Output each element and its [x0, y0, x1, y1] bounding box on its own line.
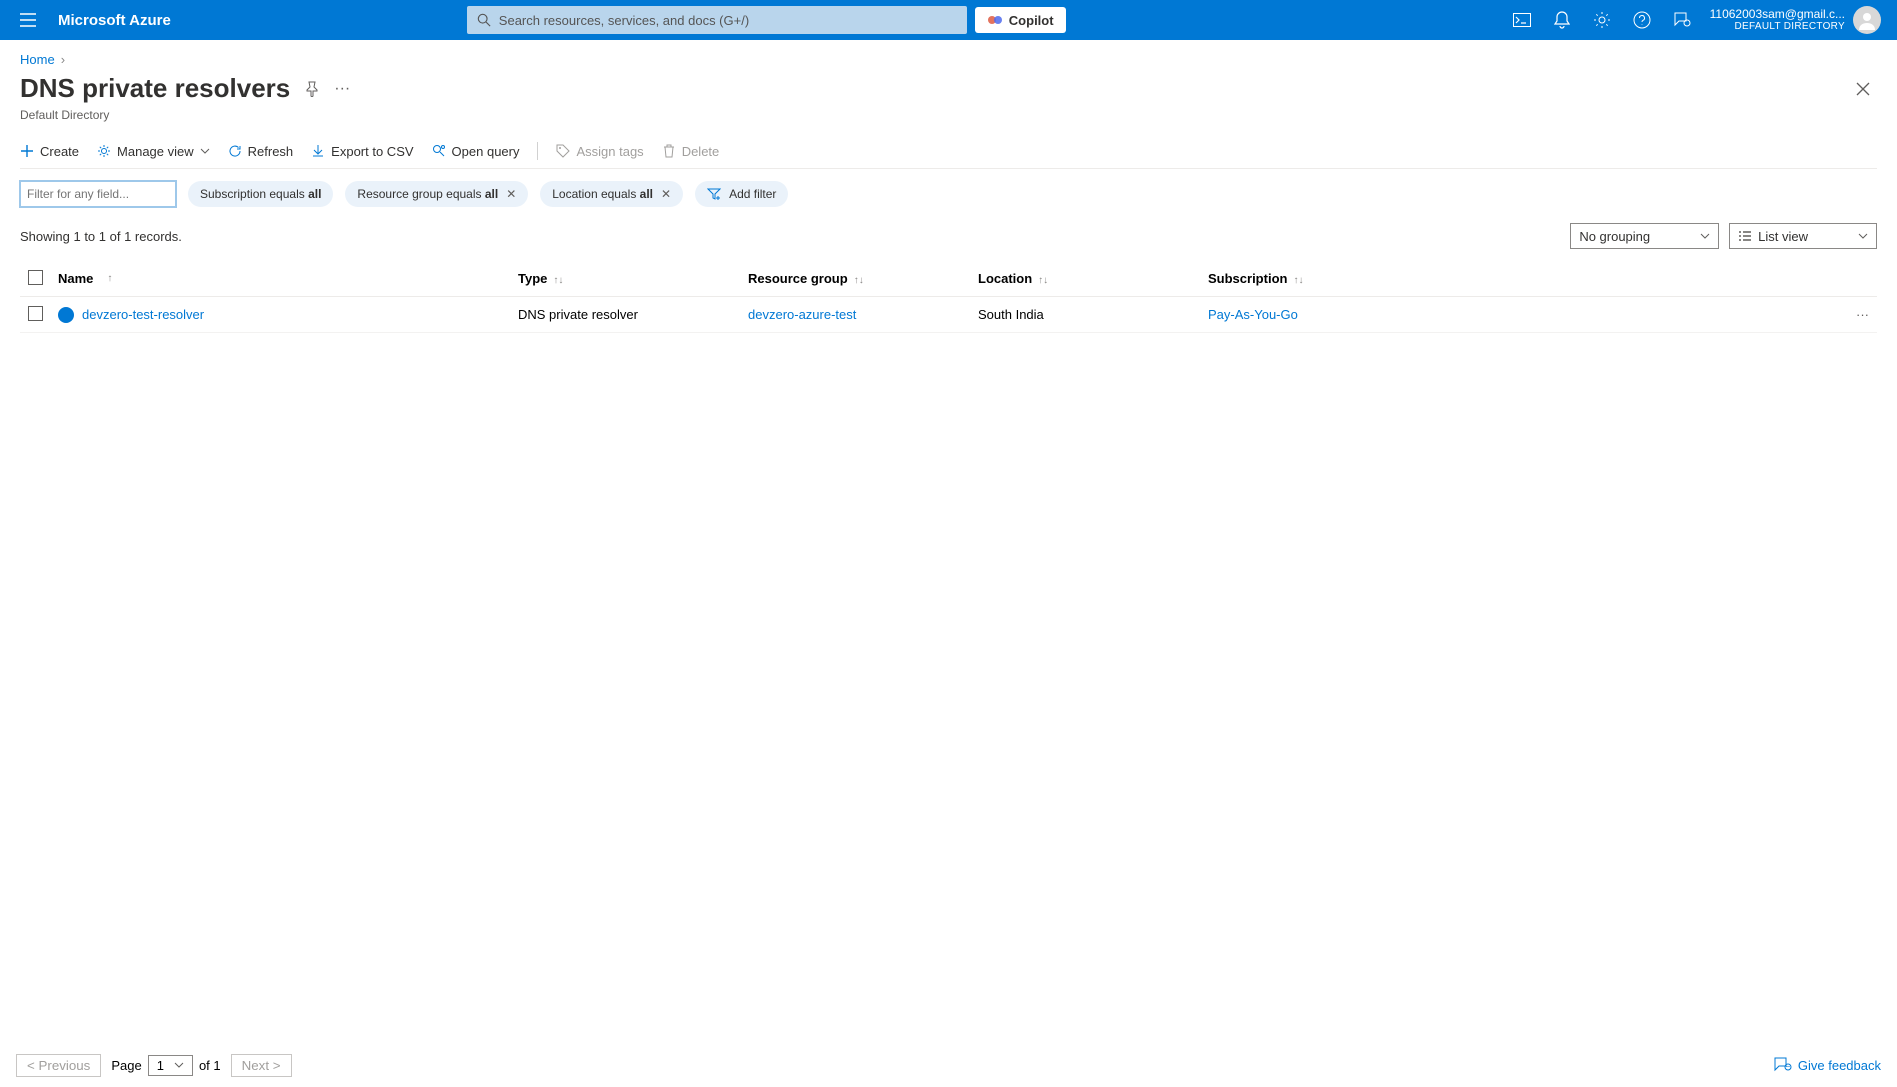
next-button[interactable]: Next >: [231, 1054, 292, 1077]
toolbar-divider: [537, 142, 538, 160]
gear-icon: [97, 144, 111, 158]
add-filter-button[interactable]: Add filter: [695, 181, 788, 207]
breadcrumb: Home ›: [20, 52, 1877, 67]
global-search[interactable]: [467, 6, 967, 34]
sort-icon: ↑: [107, 273, 112, 284]
resource-icon: [58, 307, 74, 323]
filters-row: Subscription equals all Resource group e…: [20, 181, 1877, 207]
topbar-right: 11062003sam@gmail.c... DEFAULT DIRECTORY: [1502, 0, 1889, 40]
open-query-button[interactable]: Open query: [432, 144, 520, 159]
menu-icon[interactable]: [8, 0, 48, 40]
settings-icon[interactable]: [1582, 0, 1622, 40]
subscription-link[interactable]: Pay-As-You-Go: [1208, 307, 1298, 322]
select-all-checkbox[interactable]: [28, 270, 43, 285]
refresh-icon: [228, 144, 242, 158]
column-type[interactable]: Type↑↓: [518, 271, 748, 286]
record-count-label: Showing 1 to 1 of 1 records.: [20, 229, 182, 244]
page-subtitle: Default Directory: [20, 108, 1877, 122]
avatar: [1853, 6, 1881, 34]
close-icon[interactable]: ✕: [661, 187, 671, 201]
row-checkbox[interactable]: [28, 306, 43, 321]
global-search-input[interactable]: [499, 13, 957, 28]
query-icon: [432, 144, 446, 158]
page-label: Page: [111, 1058, 141, 1073]
assign-tags-button: Assign tags: [556, 144, 643, 159]
cell-type: DNS private resolver: [518, 307, 748, 322]
sort-icon: ↑↓: [854, 275, 864, 286]
feedback-icon: [1774, 1057, 1792, 1073]
copilot-button[interactable]: Copilot: [975, 7, 1066, 33]
feedback-icon[interactable]: [1662, 0, 1702, 40]
copilot-icon: [987, 12, 1003, 28]
search-icon: [477, 13, 491, 27]
more-button[interactable]: ···: [334, 80, 350, 98]
sort-icon: ↑↓: [1293, 275, 1303, 286]
pin-button[interactable]: [304, 81, 320, 97]
column-subscription[interactable]: Subscription↑↓: [1208, 271, 1839, 286]
download-icon: [311, 144, 325, 158]
record-summary-row: Showing 1 to 1 of 1 records. No grouping…: [20, 223, 1877, 249]
column-resource-group[interactable]: Resource group↑↓: [748, 271, 978, 286]
filter-location[interactable]: Location equals all ✕: [540, 181, 683, 207]
close-icon[interactable]: ✕: [506, 187, 516, 201]
table-header: Name↑ Type↑↓ Resource group↑↓ Location↑↓…: [20, 261, 1877, 297]
give-feedback-button[interactable]: Give feedback: [1774, 1057, 1881, 1073]
breadcrumb-home[interactable]: Home: [20, 52, 55, 67]
filter-resource-group[interactable]: Resource group equals all ✕: [345, 181, 528, 207]
footer-bar: < Previous Page 1 of 1 Next > Give feedb…: [0, 1043, 1897, 1087]
page-title: DNS private resolvers: [20, 73, 290, 104]
close-button[interactable]: [1849, 75, 1877, 103]
results-table: Name↑ Type↑↓ Resource group↑↓ Location↑↓…: [20, 261, 1877, 333]
help-icon[interactable]: [1622, 0, 1662, 40]
plus-icon: [20, 144, 34, 158]
notifications-icon[interactable]: [1542, 0, 1582, 40]
page-select[interactable]: 1: [148, 1055, 193, 1076]
manage-view-button[interactable]: Manage view: [97, 144, 210, 159]
filter-input[interactable]: [20, 181, 176, 207]
page-of: of 1: [199, 1058, 221, 1073]
grouping-dropdown[interactable]: No grouping: [1570, 223, 1719, 249]
cell-location: South India: [978, 307, 1208, 322]
create-button[interactable]: Create: [20, 144, 79, 159]
delete-button: Delete: [662, 144, 720, 159]
cloud-shell-icon[interactable]: [1502, 0, 1542, 40]
page-header: DNS private resolvers ···: [20, 73, 1877, 104]
resource-name-link[interactable]: devzero-test-resolver: [82, 307, 204, 322]
add-filter-icon: [707, 187, 721, 201]
top-bar: Microsoft Azure Copilot 11062003sam@gmai…: [0, 0, 1897, 40]
view-dropdown[interactable]: List view: [1729, 223, 1877, 249]
trash-icon: [662, 144, 676, 158]
account-directory: DEFAULT DIRECTORY: [1710, 21, 1845, 32]
export-csv-button[interactable]: Export to CSV: [311, 144, 413, 159]
resource-group-link[interactable]: devzero-azure-test: [748, 307, 856, 322]
account-menu[interactable]: 11062003sam@gmail.c... DEFAULT DIRECTORY: [1702, 6, 1889, 34]
previous-button[interactable]: < Previous: [16, 1054, 101, 1077]
list-icon: [1738, 230, 1752, 242]
chevron-right-icon: ›: [61, 52, 65, 67]
tag-icon: [556, 144, 570, 158]
chevron-down-icon: [1858, 233, 1868, 239]
chevron-down-icon: [1700, 233, 1710, 239]
copilot-label: Copilot: [1009, 13, 1054, 28]
chevron-down-icon: [174, 1062, 184, 1068]
brand-label[interactable]: Microsoft Azure: [48, 12, 187, 29]
refresh-button[interactable]: Refresh: [228, 144, 294, 159]
account-email: 11062003sam@gmail.c...: [1710, 8, 1845, 21]
column-name[interactable]: Name↑: [58, 271, 518, 286]
filter-subscription[interactable]: Subscription equals all: [188, 181, 333, 207]
content-area: Home › DNS private resolvers ··· Default…: [0, 40, 1897, 1043]
sort-icon: ↑↓: [1038, 275, 1048, 286]
sort-icon: ↑↓: [553, 275, 563, 286]
column-location[interactable]: Location↑↓: [978, 271, 1208, 286]
chevron-down-icon: [200, 148, 210, 154]
table-row: devzero-test-resolver DNS private resolv…: [20, 297, 1877, 333]
row-more-button[interactable]: ···: [1839, 307, 1869, 322]
command-bar: Create Manage view Refresh Export to CSV…: [20, 142, 1877, 169]
